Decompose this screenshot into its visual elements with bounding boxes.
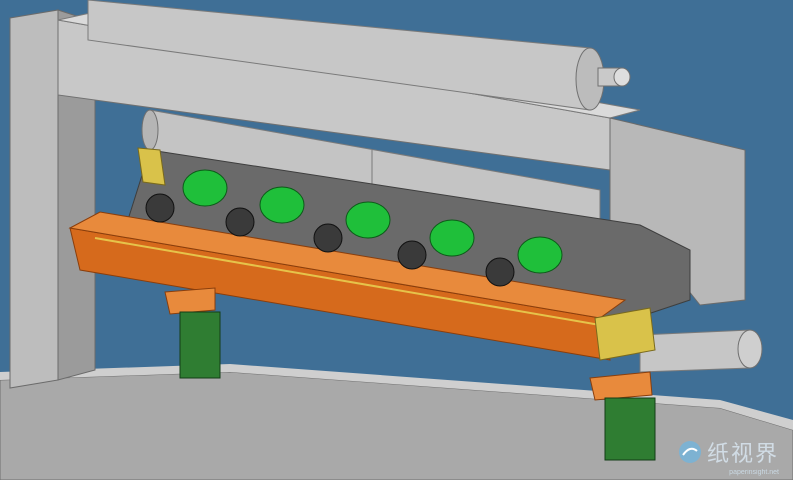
left-support [164,287,221,379]
machine-render [0,0,793,480]
left-frame [9,9,59,389]
base-plate [0,371,793,480]
lower-roller [639,329,763,373]
watermark-url: paperinsight.net [729,469,779,476]
paperinsight-logo-icon [678,441,701,463]
watermark-text: 纸视界 [706,442,779,467]
watermark: 纸视界 [677,436,779,468]
